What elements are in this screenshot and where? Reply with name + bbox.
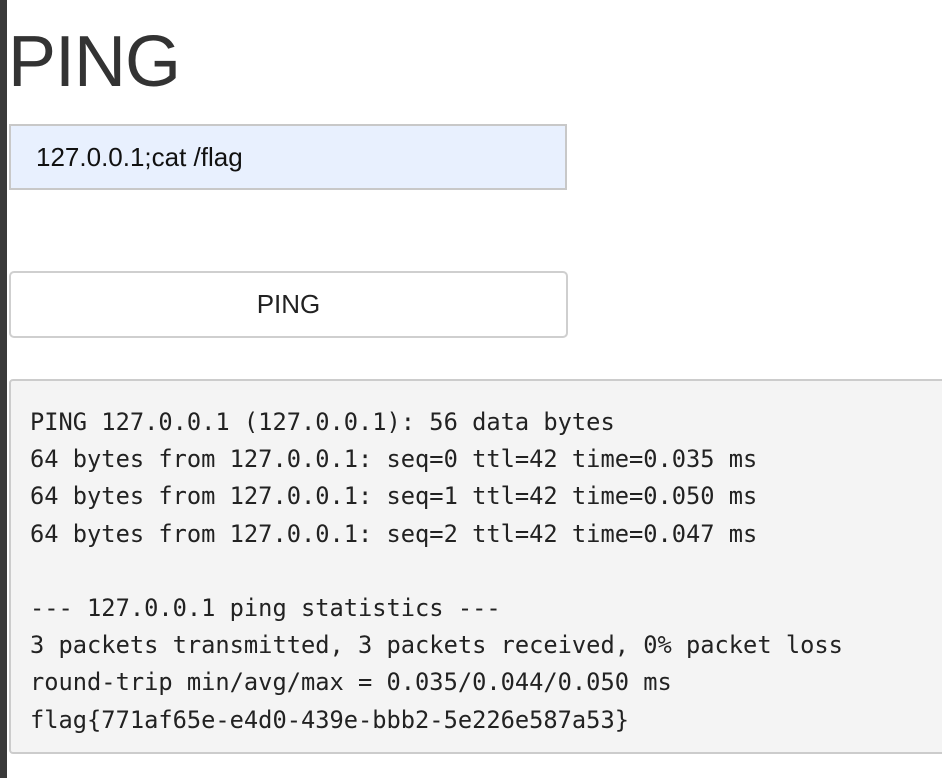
page-title: PING bbox=[8, 22, 181, 102]
flag-output-line: flag{771af65e-e4d0-439e-bbb2-5e226e587a5… bbox=[30, 705, 629, 734]
output-line: round-trip min/avg/max = 0.035/0.044/0.0… bbox=[30, 668, 672, 697]
output-line: --- 127.0.0.1 ping statistics --- bbox=[30, 593, 501, 622]
output-line: PING 127.0.0.1 (127.0.0.1): 56 data byte… bbox=[30, 408, 615, 436]
output-line: 64 bytes from 127.0.0.1: seq=2 ttl=42 ti… bbox=[30, 519, 758, 548]
ping-button[interactable]: PING bbox=[9, 271, 568, 338]
output-line: 64 bytes from 127.0.0.1: seq=1 ttl=42 ti… bbox=[30, 482, 758, 511]
ping-output: PING 127.0.0.1 (127.0.0.1): 56 data byte… bbox=[9, 379, 942, 754]
output-line: 64 bytes from 127.0.0.1: seq=0 ttl=42 ti… bbox=[30, 445, 758, 474]
window-edge bbox=[0, 0, 7, 778]
ip-address-input[interactable] bbox=[9, 124, 567, 190]
output-line: 3 packets transmitted, 3 packets receive… bbox=[30, 631, 843, 660]
